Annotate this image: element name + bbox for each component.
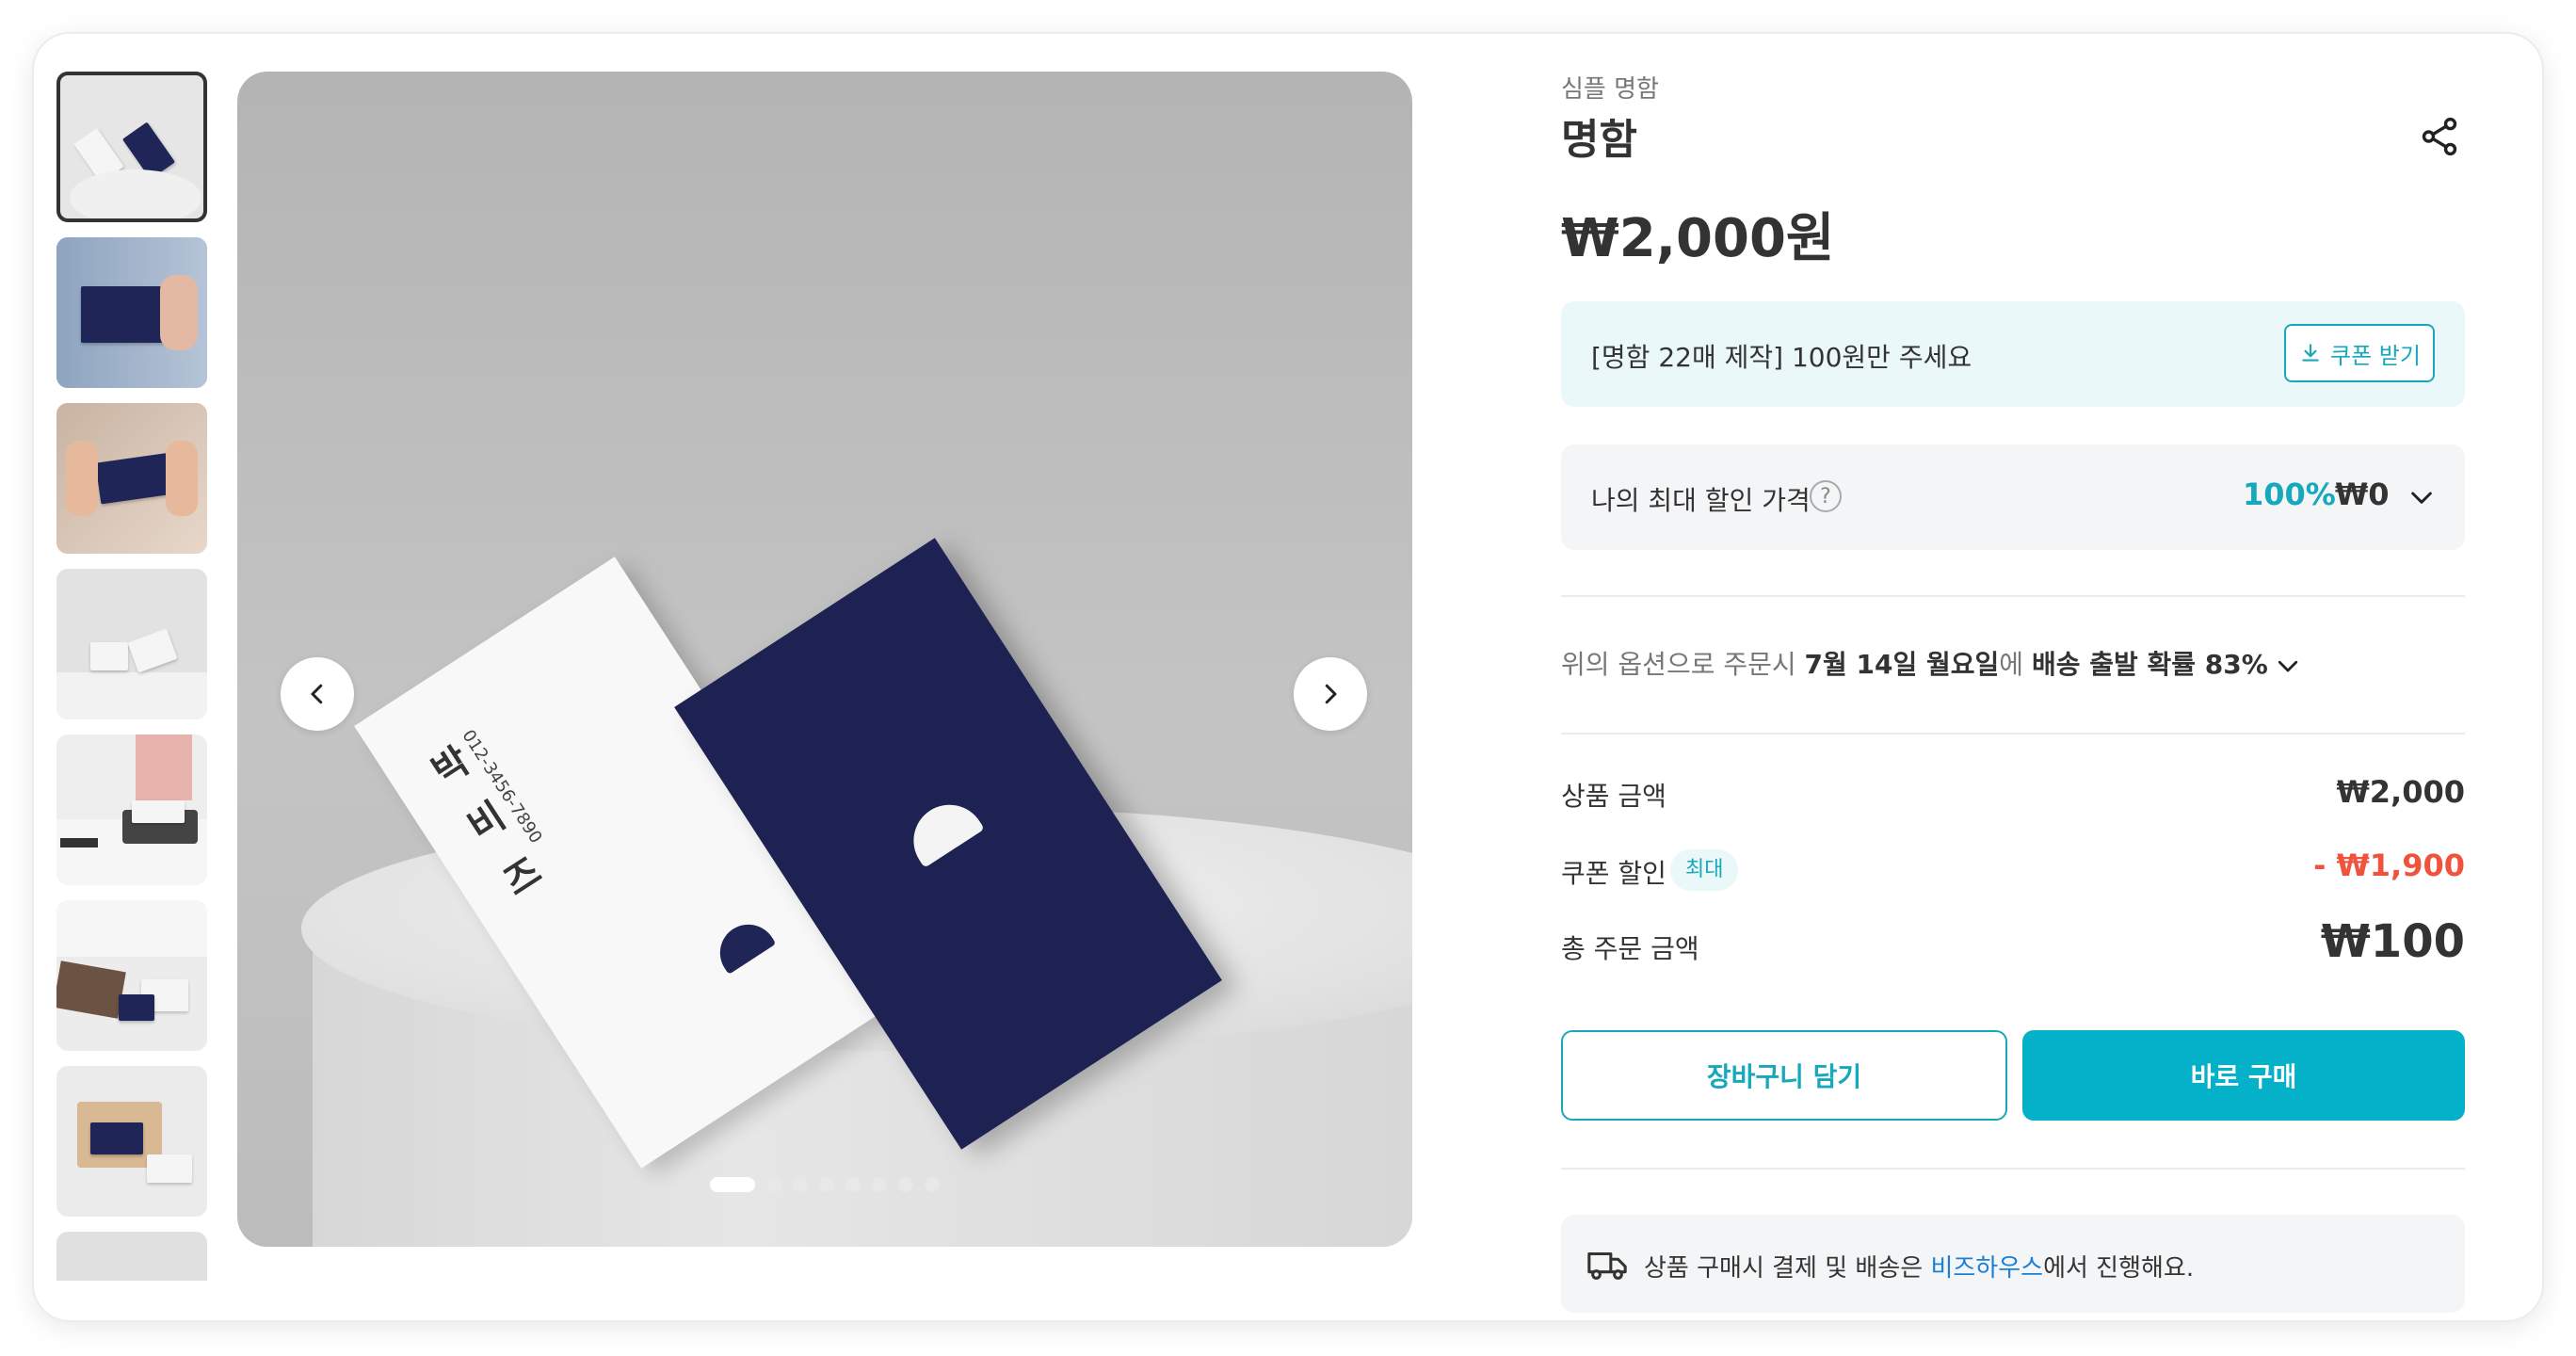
shipping-probability: 배송 출발 확률 83% xyxy=(2031,649,2268,680)
get-coupon-button[interactable]: 쿠폰 받기 xyxy=(2284,324,2435,382)
shipping-estimate[interactable]: 위의 옵션으로 주문시 7월 14일 월요일에 배송 출발 확률 83% xyxy=(1561,644,2302,682)
thumbnail-2[interactable] xyxy=(56,237,207,388)
main-product-image: 박 비 즈 012-3456-7890 xyxy=(237,72,1412,1247)
thumbnail-1[interactable] xyxy=(56,72,207,222)
chevron-left-icon xyxy=(311,684,323,704)
chevron-right-icon xyxy=(1325,684,1337,704)
divider xyxy=(1561,1168,2465,1170)
thumbnail-4[interactable] xyxy=(56,569,207,719)
buy-now-button[interactable]: 바로 구매 xyxy=(2022,1030,2465,1121)
pagination-dot[interactable] xyxy=(925,1177,940,1192)
card-logo-icon xyxy=(899,791,985,868)
pagination-dot[interactable] xyxy=(819,1177,834,1192)
chevron-down-icon[interactable] xyxy=(2407,482,2437,512)
pagination-dot[interactable] xyxy=(845,1177,861,1192)
coupon-discount-value: - ₩1,900 xyxy=(2313,848,2465,883)
pagination-dot[interactable] xyxy=(898,1177,913,1192)
product-amount-value: ₩2,000 xyxy=(2336,774,2465,810)
max-discount-label: 나의 최대 할인 가격 xyxy=(1591,485,1811,516)
pagination-dot[interactable] xyxy=(872,1177,887,1192)
thumbnail-7[interactable] xyxy=(56,1066,207,1217)
purchase-panel: 심플 명함 명함 ₩2,000원 [명함 22매 제작] 100원만 주세요 쿠… xyxy=(1561,34,2503,1320)
truck-icon xyxy=(1587,1251,1627,1280)
pagination-dot[interactable] xyxy=(766,1177,781,1192)
divider xyxy=(1561,595,2465,597)
max-discount-price: ₩0 xyxy=(2335,476,2390,512)
coupon-max-badge: 최대 xyxy=(1670,849,1739,891)
total-amount-label: 총 주문 금액 xyxy=(1561,933,1699,964)
bizhouse-link[interactable]: 비즈하우스 xyxy=(1930,1254,2043,1283)
next-image-button[interactable] xyxy=(1294,657,1367,731)
divider xyxy=(1561,733,2465,734)
total-amount-value: ₩100 xyxy=(2320,915,2465,968)
product-amount-label: 상품 금액 xyxy=(1561,781,1666,812)
thumbnail-5[interactable] xyxy=(56,734,207,885)
chevron-down-icon[interactable] xyxy=(2274,652,2302,680)
shipping-date: 7월 14일 월요일 xyxy=(1804,649,2000,680)
thumbnail-8[interactable] xyxy=(56,1232,207,1281)
carousel-pagination xyxy=(710,1175,940,1194)
prev-image-button[interactable] xyxy=(281,657,354,731)
download-icon xyxy=(2302,344,2319,362)
max-discount-row[interactable]: 나의 최대 할인 가격 ? 100% ₩0 xyxy=(1561,444,2465,550)
add-to-cart-button[interactable]: 장바구니 담기 xyxy=(1561,1030,2007,1121)
card-logo-icon xyxy=(709,913,777,975)
help-icon[interactable]: ? xyxy=(1810,480,1842,512)
max-discount-percent: 100% xyxy=(2243,476,2336,512)
product-title: 명함 xyxy=(1561,116,1637,164)
pagination-dot[interactable] xyxy=(793,1177,808,1192)
thumbnail-6[interactable] xyxy=(56,900,207,1051)
get-coupon-label: 쿠폰 받기 xyxy=(2330,342,2421,369)
thumbnail-3[interactable] xyxy=(56,403,207,554)
thumbnail-list[interactable] xyxy=(56,72,209,1281)
share-icon[interactable] xyxy=(2418,115,2461,158)
coupon-discount-label: 쿠폰 할인 xyxy=(1561,858,1666,889)
pagination-dot[interactable] xyxy=(710,1177,755,1192)
product-category[interactable]: 심플 명함 xyxy=(1561,70,1659,105)
coupon-banner: [명함 22매 제작] 100원만 주세요 쿠폰 받기 xyxy=(1561,301,2465,407)
coupon-banner-text: [명함 22매 제작] 100원만 주세요 xyxy=(1591,342,1972,373)
purchase-notice: 상품 구매시 결제 및 배송은 비즈하우스에서 진행해요. xyxy=(1561,1215,2465,1313)
product-detail-card: 박 비 즈 012-3456-7890 심플 명함 명함 ₩2,000원 [명함… xyxy=(34,34,2542,1320)
product-price: ₩2,000원 xyxy=(1561,208,1835,269)
